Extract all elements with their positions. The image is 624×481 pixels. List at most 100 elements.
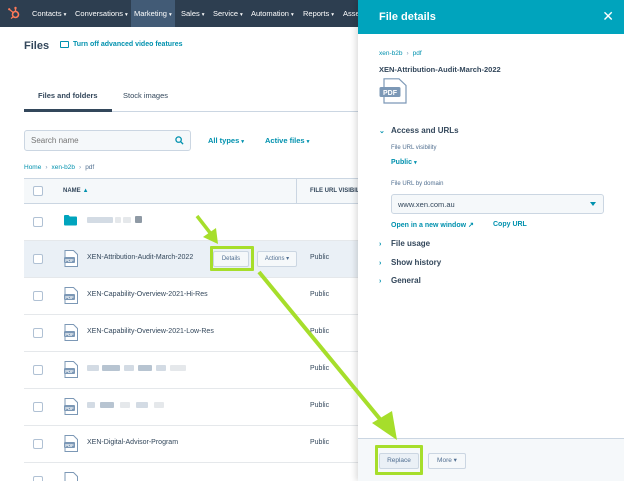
- domain-select[interactable]: www.xen.com.au: [391, 194, 604, 214]
- table-row-selected[interactable]: PDF XEN-Attribution-Audit-March-2022 Det…: [24, 241, 364, 278]
- hubspot-logo-icon[interactable]: [7, 6, 21, 20]
- nav-contacts[interactable]: Contacts ▾: [32, 0, 66, 27]
- section-file-usage[interactable]: › File usage: [379, 239, 430, 248]
- breadcrumb-pdf: pdf: [85, 164, 95, 171]
- copy-url-link[interactable]: Copy URL: [493, 221, 527, 228]
- folder-icon: [64, 215, 77, 226]
- svg-text:PDF: PDF: [65, 332, 74, 337]
- table-row-partial[interactable]: [24, 463, 364, 481]
- sort-up-icon: ▲: [82, 188, 89, 194]
- svg-text:PDF: PDF: [65, 443, 74, 448]
- video-link-label: Turn off advanced video features: [73, 41, 183, 48]
- row-checkbox[interactable]: [33, 328, 43, 338]
- turn-off-video-features-link[interactable]: Turn off advanced video features: [60, 41, 183, 48]
- column-file-url-visibility[interactable]: FILE URL VISIBILI: [310, 188, 361, 194]
- row-checkbox[interactable]: [33, 254, 43, 264]
- panel-breadcrumb-pdf[interactable]: pdf: [413, 50, 422, 57]
- tab-files-and-folders[interactable]: Files and folders: [24, 82, 112, 112]
- table-row[interactable]: PDF XEN-Digital-Advisor-Program Public: [24, 426, 364, 463]
- breadcrumb: Home › xen-b2b › pdf: [24, 164, 94, 171]
- row-checkbox[interactable]: [33, 365, 43, 375]
- filter-types-label: All types: [208, 136, 240, 145]
- panel-breadcrumb-xen-b2b[interactable]: xen-b2b: [379, 50, 403, 57]
- caret-down-icon: ▾: [453, 457, 457, 464]
- chevron-right-icon: ›: [379, 278, 382, 285]
- tab-stock-images[interactable]: Stock images: [123, 82, 168, 112]
- file-name[interactable]: XEN-Attribution-Audit-March-2022: [87, 254, 193, 261]
- row-checkbox[interactable]: [33, 439, 43, 449]
- nav-automation[interactable]: Automation ▾: [251, 0, 294, 27]
- visibility-dropdown[interactable]: Public ▾: [391, 159, 417, 166]
- search-box: [24, 130, 191, 151]
- chevron-down-icon: ▾: [63, 12, 67, 18]
- redacted-text: [100, 402, 114, 408]
- close-icon[interactable]: ✕: [602, 9, 614, 23]
- breadcrumb-xen-b2b[interactable]: xen-b2b: [52, 164, 76, 171]
- domain-value: www.xen.com.au: [398, 200, 455, 209]
- filter-status-label: Active files: [265, 136, 305, 145]
- row-checkbox[interactable]: [33, 476, 43, 481]
- file-details-panel: File details ✕ xen-b2b › pdf XEN-Attributi…: [358, 0, 624, 481]
- nav-sales[interactable]: Sales ▾: [181, 0, 205, 27]
- panel-header: File details ✕: [358, 0, 624, 34]
- chevron-down-icon: ▾: [241, 139, 245, 145]
- pdf-file-large-label: PDF: [383, 90, 397, 97]
- open-in-new-window-link[interactable]: Open in a new window ↗: [391, 221, 474, 229]
- row-checkbox[interactable]: [33, 217, 43, 227]
- chevron-right-icon: ›: [379, 241, 382, 248]
- table-row[interactable]: PDF Public: [24, 389, 364, 426]
- row-checkbox[interactable]: [33, 291, 43, 301]
- file-visibility: Public: [310, 365, 330, 372]
- section-usage-label: File usage: [391, 239, 431, 248]
- chevron-right-icon: ›: [406, 50, 409, 57]
- filter-types-dropdown[interactable]: All types ▾: [208, 136, 244, 145]
- file-name[interactable]: XEN-Digital-Advisor-Program: [87, 439, 178, 446]
- chevron-down-icon: ▾: [290, 12, 294, 18]
- caret-down-icon: [590, 202, 596, 206]
- breadcrumb-home[interactable]: Home: [24, 164, 41, 171]
- panel-title: File details: [379, 11, 436, 23]
- chevron-down-icon: ▾: [168, 12, 172, 18]
- section-general-label: General: [391, 276, 421, 285]
- section-show-history[interactable]: › Show history: [379, 258, 441, 267]
- select-all-checkbox[interactable]: [33, 186, 43, 196]
- panel-breadcrumb: xen-b2b › pdf: [379, 50, 422, 57]
- column-name[interactable]: NAME ▲: [63, 188, 89, 194]
- section-general[interactable]: › General: [379, 276, 421, 285]
- more-dropdown-button[interactable]: More ▾: [428, 453, 466, 469]
- section-access-label: Access and URLs: [391, 126, 459, 135]
- table-row[interactable]: PDF XEN-Capability-Overview-2021-Hi-Res …: [24, 278, 364, 315]
- nav-conversations-label: Conversations: [75, 9, 123, 18]
- file-name[interactable]: XEN-Capability-Overview-2021-Hi-Res: [87, 291, 208, 298]
- svg-text:PDF: PDF: [65, 406, 74, 411]
- search-icon[interactable]: [175, 136, 184, 145]
- pdf-file-icon: PDF: [64, 435, 78, 452]
- redacted-file-name: [87, 402, 95, 408]
- nav-reports-label: Reports: [303, 9, 330, 18]
- column-divider: [296, 179, 297, 203]
- page-title: Files: [24, 40, 50, 52]
- file-tabs: Files and folders Stock images: [24, 82, 360, 112]
- svg-text:PDF: PDF: [65, 258, 74, 263]
- chevron-right-icon: ›: [379, 260, 382, 267]
- table-row[interactable]: [24, 204, 364, 241]
- nav-sales-label: Sales: [181, 9, 200, 18]
- file-visibility: Public: [310, 402, 330, 409]
- pdf-file-icon: PDF: [64, 287, 78, 304]
- search-input[interactable]: [25, 131, 165, 150]
- nav-reports[interactable]: Reports ▾: [303, 0, 334, 27]
- table-row[interactable]: PDF Public: [24, 352, 364, 389]
- nav-marketing[interactable]: Marketing ▾: [131, 0, 175, 27]
- chevron-down-icon: ⌄: [379, 128, 385, 135]
- filter-status-dropdown[interactable]: Active files ▾: [265, 136, 309, 145]
- nav-service[interactable]: Service ▾: [213, 0, 243, 27]
- section-access-and-urls[interactable]: ⌄ Access and URLs: [379, 126, 459, 135]
- actions-dropdown-button[interactable]: Actions ▾: [257, 251, 297, 267]
- table-row[interactable]: PDF XEN-Capability-Overview-2021-Low-Res…: [24, 315, 364, 352]
- redacted-text: [170, 365, 186, 371]
- nav-conversations[interactable]: Conversations ▾: [75, 0, 128, 27]
- file-name[interactable]: XEN-Capability-Overview-2021-Low-Res: [87, 328, 214, 335]
- row-checkbox[interactable]: [33, 402, 43, 412]
- chevron-down-icon: ▾: [414, 160, 417, 166]
- external-link-icon: ↗: [468, 222, 474, 229]
